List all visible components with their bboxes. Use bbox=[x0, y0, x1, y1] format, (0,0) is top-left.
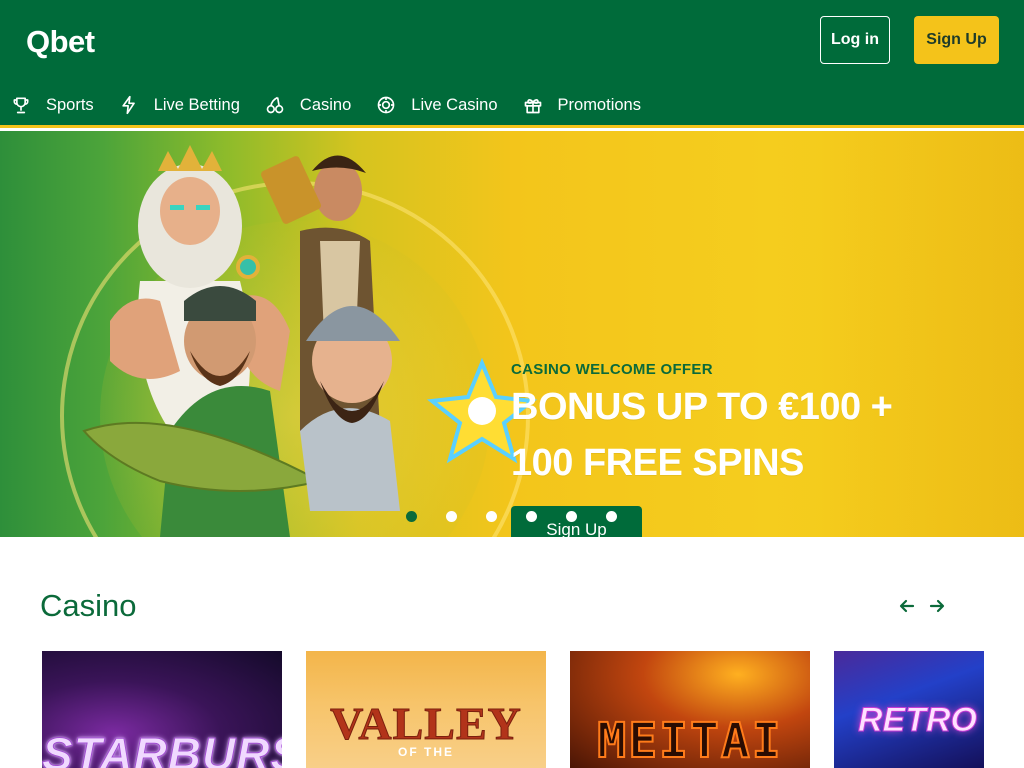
carousel-dot[interactable] bbox=[526, 511, 537, 522]
trophy-icon bbox=[10, 94, 32, 116]
lightning-icon bbox=[118, 94, 140, 116]
hero-banner[interactable]: CASINO WELCOME OFFER BONUS UP TO €100 + … bbox=[0, 131, 1024, 537]
login-button[interactable]: Log in bbox=[820, 16, 890, 64]
game-tile-meitai[interactable]: MEITAI bbox=[570, 651, 810, 768]
game-tile-valley[interactable]: VALLEY OF THE bbox=[306, 651, 546, 768]
game-title: STARBURST bbox=[42, 728, 282, 768]
game-tile-starburst[interactable]: STARBURST bbox=[42, 651, 282, 768]
signup-button-header[interactable]: Sign Up bbox=[914, 16, 999, 64]
carousel-dot[interactable] bbox=[566, 511, 577, 522]
main-nav: Sports Live Betting Casino Live Casino P… bbox=[10, 88, 665, 122]
nav-item-live-betting[interactable]: Live Betting bbox=[118, 94, 240, 116]
hero-characters-illustration bbox=[82, 145, 538, 537]
game-title: VALLEY bbox=[330, 698, 522, 750]
offer-headline-line1: BONUS UP TO €100 + bbox=[511, 386, 893, 428]
carousel-dot[interactable] bbox=[406, 511, 417, 522]
nav-item-promotions[interactable]: Promotions bbox=[522, 94, 641, 116]
nav-item-casino[interactable]: Casino bbox=[264, 94, 351, 116]
game-tile-retro[interactable]: RETRO bbox=[834, 651, 984, 768]
game-subtitle: OF THE bbox=[398, 745, 454, 759]
cherries-icon bbox=[264, 94, 286, 116]
nav-item-sports[interactable]: Sports bbox=[10, 94, 94, 116]
game-title: MEITAI bbox=[596, 712, 783, 768]
hero-background-pillars bbox=[820, 131, 1024, 537]
nav-item-live-casino[interactable]: Live Casino bbox=[375, 94, 498, 116]
offer-headline-line2: 100 FREE SPINS bbox=[511, 442, 804, 484]
game-title: RETRO bbox=[858, 701, 978, 740]
carousel-pagination bbox=[406, 511, 646, 522]
carousel-next-arrow-icon[interactable] bbox=[927, 596, 947, 616]
casino-section-title: Casino bbox=[40, 588, 137, 623]
carousel-dot[interactable] bbox=[486, 511, 497, 522]
nav-item-label: Casino bbox=[299, 95, 352, 114]
nav-item-label: Promotions bbox=[557, 95, 641, 114]
qbet-logo[interactable]: Qbet bbox=[26, 22, 95, 62]
offer-kicker: CASINO WELCOME OFFER bbox=[511, 361, 713, 378]
logo-text: Qbet bbox=[26, 24, 95, 59]
carousel-dot[interactable] bbox=[446, 511, 457, 522]
gift-icon bbox=[522, 94, 544, 116]
carousel-dot[interactable] bbox=[606, 511, 617, 522]
carousel-prev-arrow-icon[interactable] bbox=[897, 596, 917, 616]
site-header: Qbet Log in Sign Up Sports Live Betting … bbox=[0, 0, 1024, 128]
poker-chip-icon bbox=[375, 94, 397, 116]
nav-item-label: Sports bbox=[46, 95, 94, 114]
nav-item-label: Live Betting bbox=[153, 95, 240, 114]
nav-item-label: Live Casino bbox=[411, 95, 498, 114]
